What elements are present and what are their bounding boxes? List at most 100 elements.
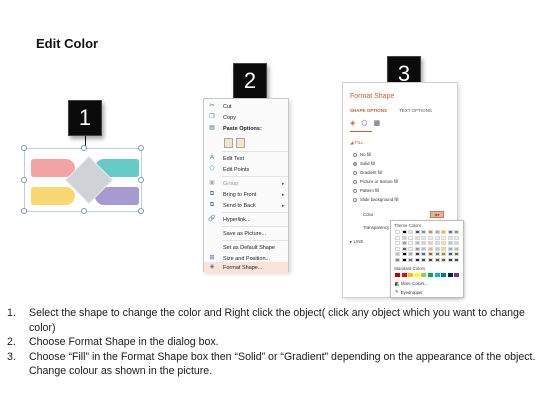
sample-diagram-shape[interactable]: [21, 145, 144, 214]
effects-icon[interactable]: ⬠: [361, 119, 367, 127]
color-swatch[interactable]: [408, 273, 414, 277]
resize-handle[interactable]: [81, 145, 87, 151]
more-colors-option[interactable]: More Colors...: [395, 281, 428, 286]
resize-handle[interactable]: [138, 145, 144, 151]
eyedropper-option[interactable]: ✎ Eyedropper: [395, 289, 423, 295]
color-swatch[interactable]: [441, 230, 447, 234]
resize-handle[interactable]: [21, 177, 27, 183]
color-swatch[interactable]: [447, 252, 453, 257]
color-swatch[interactable]: [427, 230, 433, 234]
color-swatch[interactable]: [395, 257, 400, 262]
menu-item-save-as-picture[interactable]: Save as Picture...: [204, 228, 288, 239]
color-swatch[interactable]: [427, 252, 433, 257]
color-swatch[interactable]: [401, 252, 407, 257]
color-swatch[interactable]: [401, 230, 407, 234]
color-swatch[interactable]: [441, 235, 447, 240]
resize-handle[interactable]: [138, 177, 144, 183]
radio-button[interactable]: [353, 197, 357, 202]
color-swatch[interactable]: [421, 273, 427, 277]
color-swatch[interactable]: [414, 241, 420, 246]
color-swatch[interactable]: [427, 257, 433, 262]
tab-text-options[interactable]: TEXT OPTIONS: [399, 108, 432, 113]
color-swatch[interactable]: [434, 252, 440, 257]
menu-item-set-default-shape[interactable]: Set as Default Shape: [204, 242, 288, 253]
resize-handle[interactable]: [21, 208, 27, 214]
color-swatch[interactable]: [454, 257, 460, 262]
fill-option-picture[interactable]: Picture or texture fill: [353, 179, 398, 184]
color-swatch[interactable]: [434, 273, 440, 277]
fill-option-pattern[interactable]: Pattern fill: [353, 188, 379, 193]
color-swatch[interactable]: [447, 246, 453, 251]
color-swatch[interactable]: [427, 246, 433, 251]
color-swatch[interactable]: [401, 241, 407, 246]
menu-item-group[interactable]: ▣ Group ▸: [204, 178, 288, 189]
menu-item-hyperlink[interactable]: 🔗 Hyperlink...: [204, 214, 288, 225]
color-swatch[interactable]: [427, 241, 433, 246]
menu-item-edit-text[interactable]: A Edit Text: [204, 153, 288, 164]
color-swatch[interactable]: [395, 230, 400, 234]
color-swatch[interactable]: [395, 252, 400, 257]
radio-button[interactable]: [353, 152, 357, 157]
pink-segment[interactable]: [31, 159, 75, 177]
color-swatch[interactable]: [408, 235, 414, 240]
menu-item-edit-points[interactable]: ⬠ Edit Points: [204, 164, 288, 175]
color-swatch[interactable]: [414, 246, 420, 251]
radio-button[interactable]: [353, 188, 357, 193]
color-swatch[interactable]: [401, 235, 407, 240]
paste-option-buttons[interactable]: [224, 138, 245, 148]
color-swatch[interactable]: [441, 252, 447, 257]
color-swatch[interactable]: [414, 230, 420, 234]
menu-item-send-to-back[interactable]: ⧉ Send to Back ▸: [204, 200, 288, 211]
color-swatch[interactable]: [447, 241, 453, 246]
menu-item-format-shape[interactable]: ◈ Format Shape...: [204, 262, 288, 273]
color-swatch[interactable]: [401, 273, 407, 277]
color-swatch[interactable]: [441, 246, 447, 251]
radio-button[interactable]: [353, 179, 357, 184]
fill-option-gradient[interactable]: Gradient fill: [353, 170, 382, 175]
resize-handle[interactable]: [138, 208, 144, 214]
color-swatch[interactable]: [414, 257, 420, 262]
color-swatch[interactable]: [421, 257, 427, 262]
radio-button[interactable]: [353, 170, 357, 175]
color-swatch[interactable]: [395, 246, 400, 251]
radio-button[interactable]: [353, 161, 357, 166]
color-swatch[interactable]: [447, 230, 453, 234]
color-swatch[interactable]: [401, 246, 407, 251]
fill-option-no-fill[interactable]: No fill: [353, 152, 371, 157]
color-swatch[interactable]: [414, 252, 420, 257]
paste-keep-format-icon[interactable]: [224, 138, 233, 148]
color-swatch[interactable]: [408, 257, 414, 262]
color-swatch[interactable]: [434, 235, 440, 240]
yellow-segment[interactable]: [31, 187, 75, 205]
color-swatch[interactable]: [408, 246, 414, 251]
color-swatch[interactable]: [427, 273, 433, 277]
color-swatch[interactable]: [441, 241, 447, 246]
line-section-header[interactable]: ▸ LINE: [350, 239, 364, 245]
color-swatch[interactable]: [395, 241, 400, 246]
color-swatch[interactable]: [421, 235, 427, 240]
resize-handle[interactable]: [81, 208, 87, 214]
resize-handle[interactable]: [21, 145, 27, 151]
color-swatch[interactable]: [441, 273, 447, 277]
color-swatch[interactable]: [454, 230, 460, 234]
color-swatch[interactable]: [414, 235, 420, 240]
color-swatch[interactable]: [454, 241, 460, 246]
size-properties-icon[interactable]: ▦: [373, 119, 380, 127]
color-swatch[interactable]: [434, 241, 440, 246]
color-swatch[interactable]: [441, 257, 447, 262]
color-swatch[interactable]: [414, 273, 420, 277]
fill-option-slide-background[interactable]: Slide background fill: [353, 197, 398, 202]
fill-option-solid[interactable]: Solid fill: [353, 161, 375, 166]
color-swatch[interactable]: [434, 257, 440, 262]
color-swatch[interactable]: [408, 241, 414, 246]
color-swatch[interactable]: [454, 273, 460, 277]
color-swatch[interactable]: [434, 246, 440, 251]
paste-picture-icon[interactable]: [236, 138, 245, 148]
color-swatch[interactable]: [434, 230, 440, 234]
color-swatch[interactable]: [447, 235, 453, 240]
tab-shape-options[interactable]: SHAPE OPTIONS: [350, 108, 387, 113]
color-swatch[interactable]: [454, 252, 460, 257]
menu-item-bring-to-front[interactable]: ⧉ Bring to Front ▸: [204, 189, 288, 200]
color-swatch[interactable]: [395, 273, 400, 277]
fill-line-icon[interactable]: ◈: [350, 119, 355, 127]
